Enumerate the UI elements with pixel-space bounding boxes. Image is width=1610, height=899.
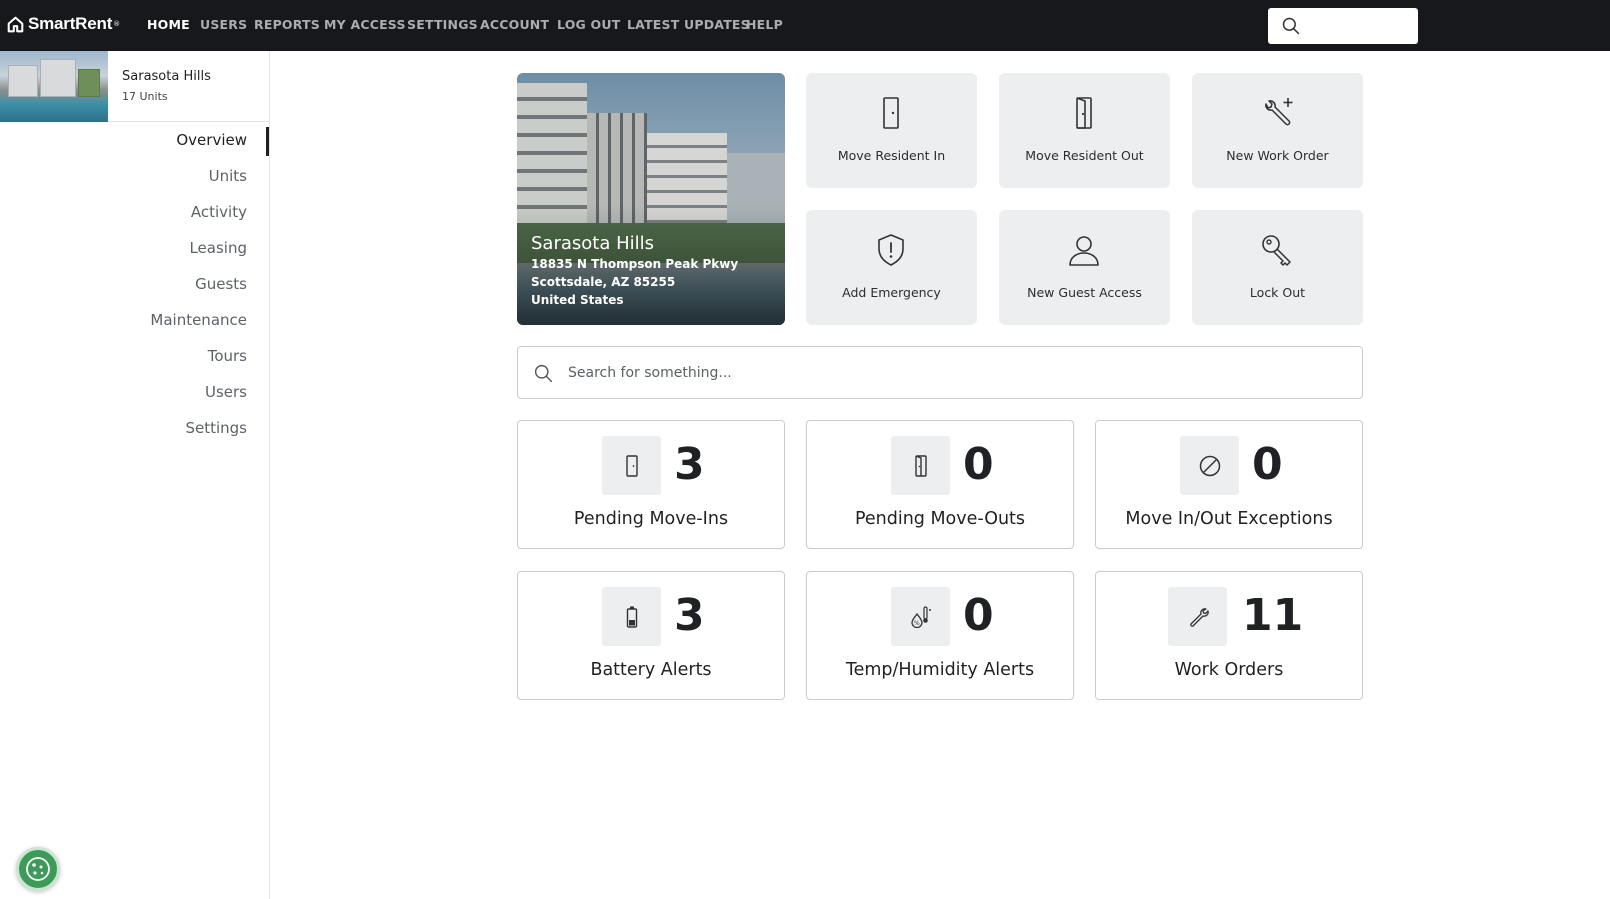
cookie-icon — [26, 857, 50, 881]
wrench-plus-icon — [1265, 98, 1293, 126]
action-label: Move Resident Out — [1025, 148, 1144, 163]
thermometer-drop-icon: % — [911, 606, 931, 629]
new-work-order-button[interactable]: New Work Order — [1192, 73, 1363, 188]
add-emergency-button[interactable]: Add Emergency — [806, 210, 977, 325]
active-nav-indicator — [266, 127, 269, 156]
main-search-box[interactable] — [517, 346, 1363, 399]
property-thumbnail — [0, 51, 108, 122]
nav-my-access[interactable]: MY ACCESS — [324, 0, 406, 51]
sidebar-item-settings[interactable]: Settings — [185, 419, 247, 437]
action-label: Lock Out — [1249, 285, 1306, 300]
hero-address-line1: 18835 N Thompson Peak Pkwy — [531, 257, 739, 271]
sidebar-item-leasing[interactable]: Leasing — [189, 239, 247, 257]
sidebar-item-tours[interactable]: Tours — [208, 347, 247, 365]
door-open-icon — [915, 455, 927, 477]
stat-icon-box — [1180, 436, 1239, 495]
nav-help[interactable]: HELP — [746, 0, 783, 51]
stat-value: 0 — [963, 439, 994, 490]
hero-property-name: Sarasota Hills — [531, 233, 655, 254]
search-input[interactable] — [568, 347, 1348, 398]
stat-value: 3 — [674, 439, 705, 490]
stat-label: Work Orders — [1174, 660, 1284, 680]
property-hero-card: Sarasota Hills 18835 N Thompson Peak Pkw… — [517, 73, 785, 325]
hero-country: United States — [531, 293, 624, 307]
door-closed-icon — [883, 97, 899, 129]
stat-icon-box — [602, 587, 661, 646]
stat-label: Move In/Out Exceptions — [1125, 509, 1333, 529]
stat-value: 0 — [963, 590, 994, 641]
new-guest-access-button[interactable]: New Guest Access — [999, 210, 1170, 325]
stat-icon-box: % — [891, 587, 950, 646]
door-closed-icon — [626, 455, 638, 477]
property-name: Sarasota Hills — [122, 69, 211, 84]
battery-icon — [626, 606, 638, 628]
sidebar-item-users[interactable]: Users — [205, 383, 247, 401]
stat-label: Pending Move-Outs — [854, 509, 1026, 529]
action-label: Add Emergency — [842, 285, 941, 300]
stat-icon-box — [1168, 587, 1227, 646]
stat-icon-box — [891, 436, 950, 495]
stat-value: 0 — [1252, 439, 1283, 490]
top-nav-bar: SmartRent ® HOME USERS REPORTS MY ACCESS … — [0, 0, 1610, 51]
nav-latest-updates[interactable]: LATEST UPDATES — [627, 0, 750, 51]
search-icon — [1282, 17, 1300, 35]
action-label: New Guest Access — [1027, 285, 1142, 300]
sidebar-item-activity[interactable]: Activity — [191, 203, 247, 221]
key-icon — [1262, 235, 1291, 266]
person-icon — [1069, 236, 1099, 266]
lock-out-button[interactable]: Lock Out — [1192, 210, 1363, 325]
nav-home[interactable]: HOME — [147, 0, 190, 51]
sidebar-item-maintenance[interactable]: Maintenance — [150, 311, 247, 329]
nav-users[interactable]: USERS — [200, 0, 247, 51]
wrench-icon — [1190, 608, 1209, 627]
action-label: New Work Order — [1226, 148, 1329, 163]
move-resident-in-button[interactable]: Move Resident In — [806, 73, 977, 188]
stat-label: Battery Alerts — [590, 660, 712, 680]
hero-address-line2: Scottsdale, AZ 85255 — [531, 275, 676, 289]
door-open-icon — [1076, 97, 1092, 129]
property-card[interactable]: Sarasota Hills 17 Units — [0, 51, 269, 122]
stat-icon-box — [602, 436, 661, 495]
temp-humidity-alerts-card[interactable]: % 0 Temp/Humidity Alerts — [806, 571, 1074, 700]
action-label: Move Resident In — [837, 148, 946, 163]
top-search-box[interactable] — [1268, 8, 1418, 44]
home-logo-icon — [7, 16, 24, 32]
stat-label: Temp/Humidity Alerts — [845, 660, 1035, 680]
brand-name: SmartRent — [28, 14, 113, 33]
smartrent-logo[interactable]: SmartRent ® — [7, 14, 120, 34]
brand-trademark: ® — [113, 20, 121, 28]
stat-value: 3 — [674, 590, 705, 641]
move-resident-out-button[interactable]: Move Resident Out — [999, 73, 1170, 188]
no-entry-icon — [1199, 455, 1221, 477]
nav-settings[interactable]: SETTINGS — [407, 0, 478, 51]
pending-move-outs-card[interactable]: 0 Pending Move-Outs — [806, 420, 1074, 549]
nav-reports[interactable]: REPORTS — [254, 0, 320, 51]
property-units: 17 Units — [122, 90, 168, 103]
svg-text:%: % — [914, 620, 920, 627]
shield-alert-icon — [878, 234, 904, 266]
move-in-out-exceptions-card[interactable]: 0 Move In/Out Exceptions — [1095, 420, 1363, 549]
battery-alerts-card[interactable]: 3 Battery Alerts — [517, 571, 785, 700]
sidebar-item-units[interactable]: Units — [209, 167, 247, 185]
cookie-settings-button[interactable] — [16, 847, 60, 891]
stat-label: Pending Move-Ins — [573, 509, 729, 529]
work-orders-card[interactable]: 11 Work Orders — [1095, 571, 1363, 700]
sidebar-item-guests[interactable]: Guests — [195, 275, 247, 293]
sidebar: Sarasota Hills 17 Units Overview Units A… — [0, 51, 270, 899]
pending-move-ins-card[interactable]: 3 Pending Move-Ins — [517, 420, 785, 549]
nav-log-out[interactable]: LOG OUT — [557, 0, 620, 51]
stat-value: 11 — [1242, 590, 1304, 641]
sidebar-item-overview[interactable]: Overview — [176, 131, 247, 149]
search-icon — [534, 364, 553, 383]
nav-account[interactable]: ACCOUNT — [480, 0, 549, 51]
